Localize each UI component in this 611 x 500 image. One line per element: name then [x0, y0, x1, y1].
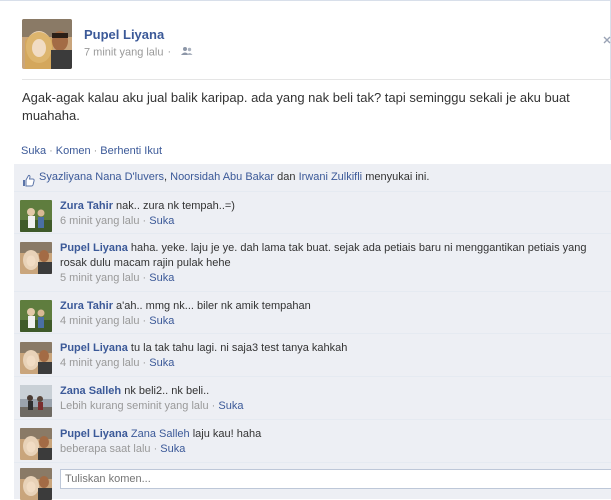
- comment-time[interactable]: 4 minit yang lalu: [60, 315, 140, 327]
- header-divider: [22, 79, 611, 80]
- comment-link[interactable]: Komen: [56, 145, 91, 157]
- commenter-avatar[interactable]: [20, 385, 52, 417]
- commenter-avatar[interactable]: [20, 428, 52, 460]
- comment-author[interactable]: Zana Salleh: [60, 385, 121, 397]
- comment-text: laju kau! haha: [192, 428, 262, 440]
- post-message: Agak-agak kalau aku jual balik karipap. …: [22, 90, 570, 123]
- author-avatar[interactable]: [22, 19, 72, 69]
- comment-item: Zana Salleh nk beli2.. nk beli.. Lebih k…: [14, 376, 611, 420]
- comment-text: nk beli2.. nk beli..: [124, 385, 210, 397]
- commenter-avatar[interactable]: [20, 242, 52, 274]
- meta-separator: ·: [167, 46, 172, 59]
- comment-text: nak.. zura nk tempah..=): [116, 200, 235, 212]
- comment-text: haha. yeke. laju je ye. dah lama tak bua…: [60, 242, 587, 269]
- close-icon[interactable]: [603, 35, 611, 47]
- likes-conjunction: dan: [277, 171, 296, 183]
- commenter-avatar[interactable]: [20, 342, 52, 374]
- comment-meta: Lebih kurang seminit yang lalu · Suka: [60, 400, 244, 412]
- action-separator: ·: [93, 145, 98, 157]
- comment-body: Zura Tahir a'ah.. mmg nk... biler nk ami…: [60, 299, 605, 329]
- liker-name[interactable]: Irwani Zulkifli: [299, 171, 363, 183]
- comment-author[interactable]: Pupel Liyana: [60, 242, 128, 254]
- comment-text: a'ah.. mmg nk... biler nk amik tempahan: [116, 300, 311, 312]
- commenter-avatar[interactable]: [20, 300, 52, 332]
- comment-like-link[interactable]: Suka: [160, 443, 185, 455]
- like-link[interactable]: Suka: [21, 145, 46, 157]
- friends-icon[interactable]: [181, 46, 193, 59]
- comment-meta: 4 minit yang lalu · Suka: [60, 357, 175, 369]
- unfollow-link[interactable]: Berhenti Ikut: [100, 145, 162, 157]
- comment-time[interactable]: 6 minit yang lalu: [60, 215, 140, 227]
- comment-like-link[interactable]: Suka: [149, 215, 174, 227]
- comment-like-link[interactable]: Suka: [149, 315, 174, 327]
- comment-body: Pupel Liyana haha. yeke. laju je ye. dah…: [60, 241, 605, 286]
- comment-mention[interactable]: Zana Salleh: [131, 428, 190, 440]
- comment-meta: 4 minit yang lalu · Suka: [60, 315, 175, 327]
- likes-text: Syazliyana Nana D'luvers, Noorsidah Abu …: [39, 171, 430, 183]
- post-header: Pupel Liyana 7 minit yang lalu ·: [22, 19, 611, 71]
- post-author-name[interactable]: Pupel Liyana: [84, 27, 164, 42]
- comment-body: Zura Tahir nak.. zura nk tempah..=) 6 mi…: [60, 199, 605, 229]
- post-timestamp[interactable]: 7 minit yang lalu: [84, 46, 164, 58]
- comment-input[interactable]: [60, 469, 611, 489]
- commenter-avatar[interactable]: [20, 200, 52, 232]
- comment-item: Pupel Liyana haha. yeke. laju je ye. dah…: [14, 233, 611, 292]
- comment-time[interactable]: 4 minit yang lalu: [60, 357, 140, 369]
- comment-author[interactable]: Zura Tahir: [60, 200, 113, 212]
- liker-name[interactable]: Noorsidah Abu Bakar: [170, 171, 274, 183]
- comment-item: Zura Tahir a'ah.. mmg nk... biler nk ami…: [14, 291, 611, 334]
- feedback-area: Syazliyana Nana D'luvers, Noorsidah Abu …: [14, 164, 611, 500]
- comment-item: Pupel Liyana Zana Salleh laju kau! haha …: [14, 419, 611, 463]
- top-border: [0, 0, 611, 1]
- comment-meta: beberapa saat lalu · Suka: [60, 443, 186, 455]
- comment-meta: 6 minit yang lalu · Suka: [60, 215, 175, 227]
- post-actions: Suka · Komen · Berhenti Ikut: [21, 145, 162, 157]
- liker-name[interactable]: Syazliyana Nana D'luvers: [39, 171, 164, 183]
- comment-time[interactable]: beberapa saat lalu: [60, 443, 151, 455]
- action-separator: ·: [49, 145, 53, 157]
- likes-summary: Syazliyana Nana D'luvers, Noorsidah Abu …: [14, 164, 611, 192]
- comment-text: tu la tak tahu lagi. ni saja3 test tanya…: [130, 342, 348, 354]
- comment-item: Pupel Liyana tu la tak tahu lagi. ni saj…: [14, 333, 611, 377]
- comment-item: Zura Tahir nak.. zura nk tempah..=) 6 mi…: [14, 191, 611, 234]
- comment-composer: [14, 462, 611, 500]
- comment-time[interactable]: Lebih kurang seminit yang lalu: [60, 400, 209, 412]
- comment-author[interactable]: Zura Tahir: [60, 300, 113, 312]
- viewer-avatar: [20, 468, 52, 500]
- comment-body: Zana Salleh nk beli2.. nk beli.. Lebih k…: [60, 384, 605, 414]
- comment-like-link[interactable]: Suka: [218, 400, 243, 412]
- post-meta: 7 minit yang lalu ·: [84, 46, 193, 59]
- comment-author[interactable]: Pupel Liyana: [60, 342, 128, 354]
- comment-meta: 5 minit yang lalu · Suka: [60, 272, 175, 284]
- likes-suffix: menyukai ini.: [365, 171, 430, 183]
- comment-body: Pupel Liyana tu la tak tahu lagi. ni saj…: [60, 341, 605, 371]
- comment-like-link[interactable]: Suka: [149, 357, 174, 369]
- comment-author[interactable]: Pupel Liyana: [60, 428, 128, 440]
- comment-time[interactable]: 5 minit yang lalu: [60, 272, 140, 284]
- comment-body: Pupel Liyana Zana Salleh laju kau! haha …: [60, 427, 605, 457]
- comment-like-link[interactable]: Suka: [149, 272, 174, 284]
